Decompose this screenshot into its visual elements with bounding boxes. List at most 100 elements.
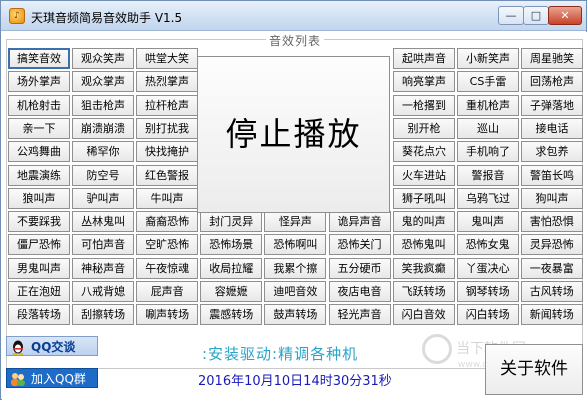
sound-button[interactable]: 八戒背媳 xyxy=(72,281,135,302)
watermark-logo-icon xyxy=(422,334,452,364)
sound-button[interactable]: 周星驰笑 xyxy=(521,48,583,69)
sound-button[interactable]: 公鸡舞曲 xyxy=(8,141,70,163)
sound-button[interactable]: 葵花点穴 xyxy=(393,141,455,163)
sound-button[interactable]: 迪吧音效 xyxy=(264,281,327,302)
sound-button[interactable]: 观众掌声 xyxy=(72,71,134,93)
sound-button[interactable]: 回荡枪声 xyxy=(521,71,583,93)
sound-button[interactable]: 手机响了 xyxy=(457,141,519,163)
sound-button[interactable]: 稀罕你 xyxy=(72,141,134,163)
sound-button[interactable]: 机枪射击 xyxy=(8,94,70,116)
sound-button[interactable]: 诡异声音 xyxy=(328,211,391,233)
sound-button[interactable]: 怪异声 xyxy=(264,211,327,233)
sound-button[interactable]: CS手雷 xyxy=(457,71,519,93)
sound-button[interactable]: 狮子吼叫 xyxy=(393,187,455,209)
sound-button[interactable]: 震感转场 xyxy=(200,304,263,326)
sound-button[interactable]: 快找掩护 xyxy=(136,141,198,163)
sound-button[interactable]: 狙击枪声 xyxy=(72,94,134,116)
sound-button[interactable]: 接电话 xyxy=(521,117,583,139)
sound-button[interactable]: 鬼叫声 xyxy=(456,211,519,233)
stop-playback-button[interactable]: 停止播放 xyxy=(197,56,390,213)
sound-button[interactable]: 笑我疯癫 xyxy=(392,257,455,279)
sound-button[interactable]: 小新笑声 xyxy=(457,48,519,69)
sound-button[interactable]: 轻光声音 xyxy=(328,304,391,326)
minimize-button[interactable]: — xyxy=(498,6,524,25)
sound-button[interactable]: 哄堂大笑 xyxy=(136,48,198,69)
sound-button[interactable]: 场外掌声 xyxy=(8,71,70,93)
sound-button[interactable]: 拉杆枪声 xyxy=(136,94,198,116)
sound-button[interactable]: 可怕声音 xyxy=(72,234,135,256)
sound-button[interactable]: 飞跃转场 xyxy=(392,281,455,302)
sound-button[interactable]: 害怕恐惧 xyxy=(520,211,583,233)
qq-group-icon xyxy=(11,373,25,386)
sound-button[interactable]: 神秘声音 xyxy=(72,257,135,279)
sound-button[interactable]: 五分硬币 xyxy=(328,257,391,279)
sound-button[interactable]: 防空号 xyxy=(72,164,134,186)
sound-button[interactable]: 恐怖啊叫 xyxy=(264,234,327,256)
sound-button[interactable]: 搞笑音效 xyxy=(8,48,70,69)
sound-button[interactable]: 警笛长鸣 xyxy=(521,164,583,186)
datetime-display: 2016年10月10日14时30分31秒 xyxy=(198,374,392,389)
sound-button[interactable]: 夜店电音 xyxy=(328,281,391,302)
sound-button[interactable]: 空旷恐怖 xyxy=(136,234,199,256)
sound-button[interactable]: 乌鸦飞过 xyxy=(457,187,519,209)
group-title: 音效列表 xyxy=(266,32,325,49)
sound-button[interactable]: 收局拉耀 xyxy=(200,257,263,279)
driver-note: :安装驱动:精调各种机 xyxy=(202,345,359,363)
qq-chat-button[interactable]: QQ交谈 xyxy=(6,336,98,356)
sound-button[interactable]: 求包养 xyxy=(521,141,583,163)
sound-button[interactable]: 钢琴转场 xyxy=(456,281,519,302)
sound-button[interactable]: 崩溃崩溃 xyxy=(72,117,134,139)
sound-button[interactable]: 男鬼叫声 xyxy=(8,257,70,279)
title-bar[interactable]: ♪ 天琪音频简易音效助手 V1.5 — □ ✕ xyxy=(1,1,586,31)
sound-button[interactable]: 起哄声音 xyxy=(393,48,455,69)
sound-button[interactable]: 灵异恐怖 xyxy=(520,234,583,256)
sound-button[interactable]: 鼓声转场 xyxy=(264,304,327,326)
sound-button[interactable]: 恐怖场景 xyxy=(200,234,263,256)
sound-button[interactable]: 新闻转场 xyxy=(520,304,583,326)
sound-button[interactable]: 我累个擦 xyxy=(264,257,327,279)
sound-button[interactable]: 一夜暴富 xyxy=(520,257,583,279)
sound-button[interactable]: 别开枪 xyxy=(393,117,455,139)
sound-button[interactable]: 地震演练 xyxy=(8,164,70,186)
sound-button[interactable]: 亲一下 xyxy=(8,117,70,139)
join-qq-group-button[interactable]: 加入QQ群 xyxy=(6,368,98,388)
sound-button[interactable]: 恐怖关门 xyxy=(328,234,391,256)
sound-button[interactable]: 闪白转场 xyxy=(456,304,519,326)
sound-button[interactable]: 子弹落地 xyxy=(521,94,583,116)
sound-button[interactable]: 红色警报 xyxy=(136,164,198,186)
sound-button[interactable]: 别打扰我 xyxy=(136,117,198,139)
sound-button[interactable]: 唰声转场 xyxy=(136,304,199,326)
sound-button[interactable]: 鬼的叫声 xyxy=(392,211,455,233)
sound-button[interactable]: 古风转场 xyxy=(520,281,583,302)
sound-button[interactable]: 丫蛋决心 xyxy=(456,257,519,279)
about-software-button[interactable]: 关于软件 xyxy=(485,344,583,395)
maximize-button[interactable]: □ xyxy=(523,6,549,25)
sound-button[interactable]: 僵尸恐怖 xyxy=(8,234,70,256)
sound-button[interactable]: 段落转场 xyxy=(8,304,70,326)
sound-button[interactable]: 热烈掌声 xyxy=(136,71,198,93)
sound-button[interactable]: 观众笑声 xyxy=(72,48,134,69)
sound-button[interactable]: 狗叫声 xyxy=(521,187,583,209)
sound-button[interactable]: 不要踩我 xyxy=(8,211,70,233)
sound-button[interactable]: 闪白音效 xyxy=(392,304,455,326)
sound-button[interactable]: 午夜惊魂 xyxy=(136,257,199,279)
sound-button[interactable]: 重机枪声 xyxy=(457,94,519,116)
sound-button[interactable]: 响亮掌声 xyxy=(393,71,455,93)
sound-button[interactable]: 狼叫声 xyxy=(8,187,70,209)
sound-button[interactable]: 牛叫声 xyxy=(136,187,198,209)
sound-button[interactable]: 恐怖鬼叫 xyxy=(392,234,455,256)
close-button[interactable]: ✕ xyxy=(548,6,582,25)
sound-button[interactable]: 封门灵异 xyxy=(200,211,263,233)
sound-button[interactable]: 容嬷嬷 xyxy=(200,281,263,302)
sound-button[interactable]: 巡山 xyxy=(457,117,519,139)
sound-button[interactable]: 裔裔恐怖 xyxy=(136,211,199,233)
sound-button[interactable]: 一枪撂到 xyxy=(393,94,455,116)
sound-button[interactable]: 丛林鬼叫 xyxy=(72,211,135,233)
sound-button[interactable]: 屁声音 xyxy=(136,281,199,302)
sound-button[interactable]: 恐怖女鬼 xyxy=(456,234,519,256)
sound-button[interactable]: 火车进站 xyxy=(393,164,455,186)
sound-button[interactable]: 警报音 xyxy=(457,164,519,186)
sound-button[interactable]: 正在泡妞 xyxy=(8,281,70,302)
sound-button[interactable]: 刮擦转场 xyxy=(72,304,135,326)
sound-button[interactable]: 驴叫声 xyxy=(72,187,134,209)
